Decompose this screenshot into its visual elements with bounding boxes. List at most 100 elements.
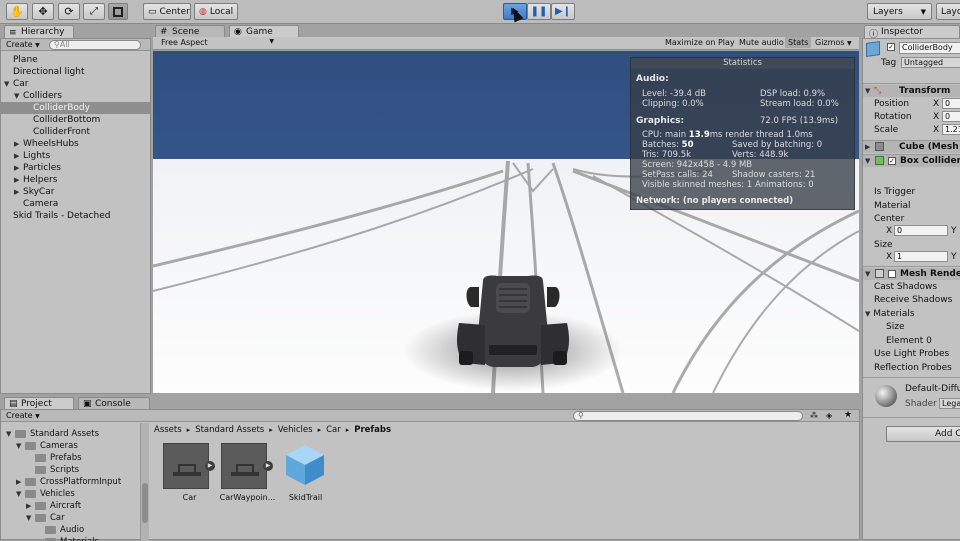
expand-prefab-icon[interactable]: ▶ (263, 461, 273, 471)
aspect-dropdown[interactable]: Free Aspect ▼ (155, 38, 278, 49)
breadcrumb-item[interactable]: Assets (154, 425, 182, 435)
chevron-down-icon[interactable]: ▼ (4, 80, 9, 88)
tree-scrollbar-thumb[interactable] (142, 483, 148, 523)
tree-scrollbar[interactable] (140, 423, 149, 541)
breadcrumb-item[interactable]: Vehicles (278, 425, 313, 435)
project-folder-item[interactable]: Scripts (1, 464, 140, 476)
game-viewport[interactable]: Statistics Audio: Level: -39.4 dB Clippi… (153, 51, 859, 393)
hierarchy-item-label: SkyCar (23, 187, 55, 197)
scale-x-input[interactable]: 1.21 (942, 124, 960, 135)
hierarchy-item-label: Car (13, 79, 29, 89)
chevron-right-icon[interactable]: ▶ (14, 176, 19, 184)
tag-dropdown[interactable]: Untagged (901, 57, 960, 68)
asset-item[interactable]: ▶ CarWaypoin... (219, 443, 276, 503)
project-folder-item[interactable]: ▶ CrossPlatformInput (1, 476, 140, 488)
box-collider-enabled-checkbox[interactable]: ✓ (888, 157, 896, 165)
tab-inspector[interactable]: ⓘ Inspector (864, 25, 960, 40)
scale-tool-button[interactable]: ⤢ (83, 3, 105, 20)
box-collider-header[interactable]: ▼ ✓ Box Collider (863, 155, 960, 167)
layers-dropdown[interactable]: Layers ▼ (867, 3, 932, 20)
hierarchy-item[interactable]: ColliderBody (1, 102, 150, 114)
add-component-button[interactable]: Add C (886, 426, 960, 442)
hierarchy-item[interactable]: ColliderBottom (1, 114, 150, 126)
transform-header[interactable]: ▼ ⤡ Transform (863, 85, 960, 97)
chevron-right-icon[interactable]: ▶ (14, 140, 19, 148)
rotation-x-input[interactable]: 0 (942, 111, 960, 122)
create-dropdown[interactable]: Create ▼ (6, 40, 40, 49)
mesh-renderer-header[interactable]: ▼ Mesh Render (863, 268, 960, 280)
tab-hierarchy[interactable]: ≡ Hierarchy (4, 25, 74, 39)
move-tool-button[interactable]: ✥ (32, 3, 54, 20)
hierarchy-item[interactable]: Camera (1, 198, 150, 210)
pause-button[interactable]: ❚❚ (527, 3, 551, 20)
filter-type-icon[interactable]: ⁂ (810, 411, 818, 420)
stats-toggle[interactable]: Stats (785, 37, 812, 48)
project-folder-item[interactable]: ▶ Aircraft (1, 500, 140, 512)
mesh-filter-header[interactable]: ▶ Cube (Mesh F (863, 141, 960, 153)
hierarchy-item[interactable]: ▼ Colliders (1, 90, 150, 102)
maximize-on-play-toggle[interactable]: Maximize on Play (665, 38, 735, 47)
project-create-dropdown[interactable]: Create ▼ (6, 411, 40, 420)
hierarchy-item[interactable]: ▶ Lights (1, 150, 150, 162)
asset-item[interactable]: SkidTrail (277, 443, 334, 503)
project-folder-item[interactable]: ▼ Cameras (1, 440, 140, 452)
label-icon[interactable]: ◈ (826, 411, 832, 420)
hierarchy-item[interactable]: ▶ Helpers (1, 174, 150, 186)
layout-dropdown[interactable]: Layo (936, 3, 960, 20)
chevron-down-icon[interactable]: ▼ (16, 442, 21, 450)
rect-tool-button[interactable] (108, 3, 128, 20)
hierarchy-item[interactable]: ▶ WheelsHubs (1, 138, 150, 150)
shader-dropdown[interactable]: Lega (939, 398, 960, 409)
mesh-renderer-enabled-checkbox[interactable] (888, 270, 896, 278)
asset-label: CarWaypoin... (219, 493, 276, 502)
gizmos-dropdown[interactable]: Gizmos ▼ (815, 38, 852, 47)
object-name-input[interactable]: ColliderBody (899, 42, 960, 54)
star-icon[interactable]: ★ (844, 410, 852, 420)
hierarchy-item[interactable]: ColliderFront (1, 126, 150, 138)
space-local-button[interactable]: ◍ Local (194, 3, 238, 20)
asset-item[interactable]: ▶ Car (161, 443, 218, 503)
statistics-title: Statistics (631, 58, 854, 69)
center-x-input[interactable]: 0 (894, 225, 948, 236)
project-folder-item[interactable]: ▼ Vehicles (1, 488, 140, 500)
mute-audio-toggle[interactable]: Mute audio (739, 38, 784, 47)
position-x-input[interactable]: 0 (942, 98, 960, 109)
chevron-right-icon[interactable]: ▶ (14, 188, 19, 196)
chevron-down-icon[interactable]: ▼ (6, 430, 11, 438)
hierarchy-item[interactable]: ▶ SkyCar (1, 186, 150, 198)
project-folder-label: Aircraft (50, 501, 82, 511)
chevron-right-icon[interactable]: ▶ (14, 152, 19, 160)
project-folder-item[interactable]: Materials (1, 536, 140, 541)
hierarchy-item[interactable]: Directional light (1, 66, 150, 78)
hierarchy-item[interactable]: ▶ Particles (1, 162, 150, 174)
chevron-right-icon[interactable]: ▶ (26, 502, 31, 510)
hierarchy-item[interactable]: Plane (1, 54, 150, 66)
chevron-down-icon[interactable]: ▼ (26, 514, 31, 522)
hierarchy-search-input[interactable]: ⚲All (49, 40, 141, 50)
hierarchy-item[interactable]: Skid Trails - Detached (1, 210, 150, 222)
chevron-down-icon[interactable]: ▼ (16, 490, 21, 498)
network-status: Network: (no players connected) (636, 196, 794, 206)
chevron-right-icon[interactable]: ▶ (14, 164, 19, 172)
breadcrumb-item[interactable]: Standard Assets (195, 425, 264, 435)
project-search-input[interactable]: ⚲ (573, 411, 803, 421)
project-folder-item[interactable]: Prefabs (1, 452, 140, 464)
chevron-down-icon[interactable]: ▼ (14, 92, 19, 100)
active-checkbox[interactable]: ✓ (887, 43, 895, 51)
breadcrumb-item[interactable]: Car (326, 425, 341, 435)
materials-label[interactable]: ▼ Materials (865, 309, 915, 319)
hand-tool-button[interactable]: ✋ (6, 3, 28, 20)
pivot-center-button[interactable]: ▭ Center (143, 3, 191, 20)
size-x-input[interactable]: 1 (894, 251, 948, 262)
hierarchy-item-label: Lights (23, 151, 51, 161)
expand-prefab-icon[interactable]: ▶ (205, 461, 215, 471)
project-folder-item[interactable]: Audio (1, 524, 140, 536)
breadcrumb-item[interactable]: Prefabs (354, 425, 391, 435)
rotate-tool-button[interactable]: ⟳ (58, 3, 80, 20)
project-folder-item[interactable]: ▼ Standard Assets (1, 428, 140, 440)
chevron-right-icon[interactable]: ▶ (16, 478, 21, 486)
project-folder-item[interactable]: ▼ Car (1, 512, 140, 524)
step-button[interactable]: ▶❙ (551, 3, 575, 20)
hierarchy-item[interactable]: ▼ Car (1, 78, 150, 90)
folder-icon (25, 442, 36, 450)
